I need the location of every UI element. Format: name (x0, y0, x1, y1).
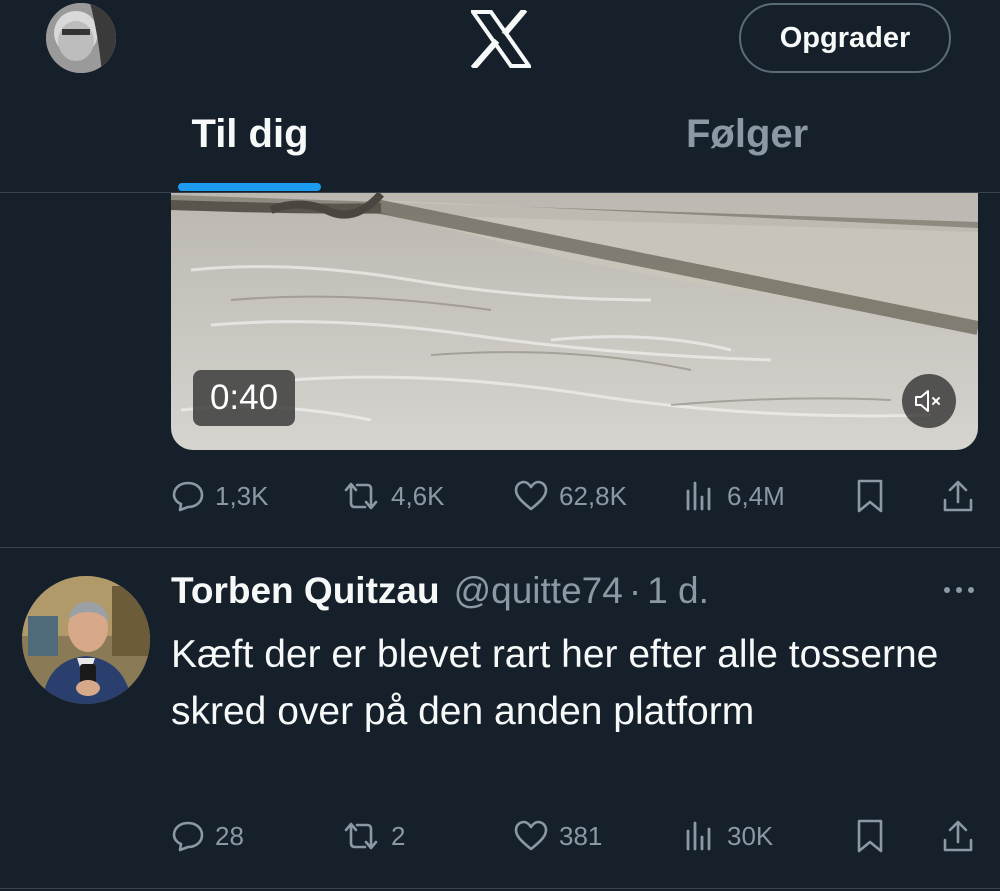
share-icon (943, 480, 973, 512)
tweet-header: Torben Quitzau @quitte74 · 1 d. (171, 570, 709, 620)
share-button[interactable] (941, 476, 985, 516)
repost-button[interactable]: 2 (341, 816, 405, 856)
share-icon (943, 820, 973, 852)
views-bar-chart-icon (686, 821, 711, 851)
reply-button[interactable]: 28 (171, 816, 244, 856)
heart-icon (514, 480, 548, 511)
repost-count: 4,6K (391, 480, 445, 511)
more-dots-icon (944, 587, 974, 593)
reply-count: 1,3K (215, 480, 269, 511)
profile-avatar[interactable] (46, 3, 116, 73)
reply-count: 28 (215, 820, 244, 851)
top-header: Opgrader Til dig Følger (0, 0, 1000, 193)
heart-icon (514, 820, 548, 851)
tweet-author-avatar[interactable] (22, 576, 150, 704)
x-logo-icon[interactable] (469, 7, 533, 71)
views-count: 6,4M (727, 480, 785, 511)
views-button[interactable]: 30K (683, 816, 773, 856)
upgrade-button[interactable]: Opgrader (739, 3, 951, 73)
video-player[interactable]: 0:40 (171, 150, 978, 450)
bookmark-button[interactable] (855, 476, 895, 516)
views-button[interactable]: 6,4M (683, 476, 785, 516)
share-button[interactable] (941, 816, 985, 856)
tweet-timestamp[interactable]: 1 d. (647, 570, 709, 612)
tweet-divider (0, 888, 1000, 889)
bookmark-icon (857, 479, 883, 513)
tweet-actions-bar: 1,3K 4,6K 62,8K 6,4M (171, 476, 981, 516)
tab-following[interactable]: Følger (686, 112, 808, 192)
author-handle[interactable]: @quitte74 (454, 570, 623, 612)
repost-icon (344, 822, 378, 850)
like-button[interactable]: 62,8K (513, 476, 627, 516)
repost-icon (344, 482, 378, 510)
reply-icon (172, 821, 204, 852)
reply-button[interactable]: 1,3K (171, 476, 269, 516)
more-options-button[interactable] (941, 580, 977, 600)
header-separator: · (628, 570, 642, 611)
like-count: 381 (559, 820, 603, 851)
tweet-actions-bar: 28 2 381 30K (171, 816, 981, 856)
like-button[interactable]: 381 (513, 816, 602, 856)
bookmark-icon (857, 819, 883, 853)
reply-icon (172, 481, 204, 512)
tweet-text: Kæft der er blevet rart her efter alle t… (171, 633, 939, 733)
mute-button[interactable] (902, 374, 956, 428)
repost-button[interactable]: 4,6K (341, 476, 445, 516)
like-count: 62,8K (559, 480, 627, 511)
profile-photo (46, 3, 116, 73)
author-photo (22, 576, 150, 704)
speaker-muted-icon (915, 390, 940, 412)
tweet-divider (0, 547, 1000, 548)
views-count: 30K (727, 820, 774, 851)
active-tab-indicator (178, 183, 321, 191)
author-name[interactable]: Torben Quitzau (171, 570, 440, 612)
video-duration-badge: 0:40 (193, 370, 295, 426)
repost-count: 2 (391, 820, 406, 851)
bookmark-button[interactable] (855, 816, 895, 856)
views-bar-chart-icon (686, 481, 711, 511)
tab-for-you[interactable]: Til dig (178, 112, 322, 192)
